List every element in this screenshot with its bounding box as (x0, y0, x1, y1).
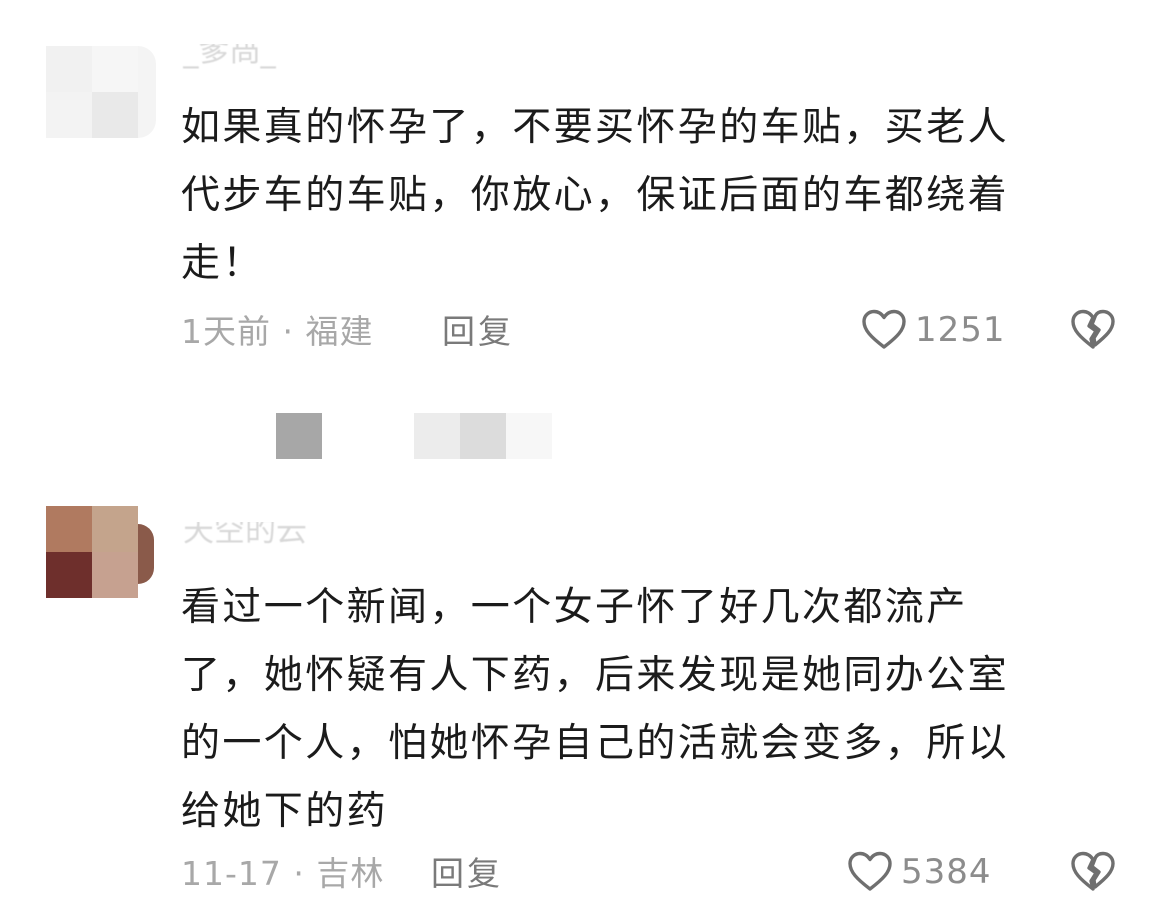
avatar-pixel (92, 506, 138, 552)
username-mask (183, 30, 303, 44)
comment-line: 看过一个新闻，一个女子怀了好几次都流产 (181, 585, 968, 630)
comment-line: 的一个人，怕她怀孕自己的活就会变多，所以 (181, 721, 1010, 766)
like-button[interactable]: 5384 (847, 846, 992, 898)
comment-line: 代步车的车贴，你放心，保证后面的车都绕着 (181, 173, 1010, 218)
username-mask (183, 508, 353, 522)
comment-meta-row: 11-17 · 吉林 回复 5384 (181, 846, 1141, 898)
comment-line: 了，她怀疑有人下药，后来发现是她同办公室 (181, 653, 1010, 698)
like-count: 1251 (915, 310, 1006, 350)
blurred-block (460, 413, 506, 459)
blurred-block (414, 413, 460, 459)
comment-body: 如果真的怀孕了，不要买怀孕的车贴，买老人 代步车的车贴，你放心，保证后面的车都绕… (181, 94, 1101, 298)
avatar-pixel (46, 552, 92, 598)
reply-button[interactable]: 回复 (442, 310, 514, 354)
avatar-pixel (46, 506, 92, 552)
comment-item: 天空的云 看过一个新闻，一个女子怀了好几次都流产 了，她怀疑有人下药，后来发现是… (0, 490, 1169, 916)
broken-heart-icon[interactable] (1070, 309, 1116, 351)
comment-line: 走！ (181, 241, 264, 286)
comment-body: 看过一个新闻，一个女子怀了好几次都流产 了，她怀疑有人下药，后来发现是她同办公室… (181, 574, 1101, 846)
avatar-pixel (138, 524, 154, 584)
time-location: 11-17 · 吉林 (181, 854, 385, 893)
blurred-block (276, 413, 322, 459)
avatar-pixel (92, 46, 138, 92)
avatar[interactable] (46, 506, 156, 598)
comment-meta-row: 1天前 · 福建 回复 1251 (181, 304, 1141, 356)
avatar-pixel (46, 92, 92, 138)
avatar-pixel (92, 552, 138, 598)
heart-outline-icon (862, 309, 906, 349)
comment-line: 如果真的怀孕了，不要买怀孕的车贴，买老人 (181, 105, 1010, 150)
reply-button[interactable]: 回复 (431, 852, 503, 896)
like-count: 5384 (901, 852, 992, 892)
blurred-separator (0, 413, 1169, 461)
like-button[interactable]: 1251 (861, 304, 1006, 356)
avatar-pixel (92, 92, 138, 138)
comment-line: 给她下的药 (181, 789, 389, 834)
avatar-pixel (46, 46, 92, 92)
avatar[interactable] (46, 46, 156, 138)
time-location: 1天前 · 福建 (181, 312, 374, 351)
broken-heart-icon[interactable] (1070, 851, 1116, 893)
heart-outline-icon (848, 851, 892, 891)
comment-item: _爹咼_ 如果真的怀孕了，不要买怀孕的车贴，买老人 代步车的车贴，你放心，保证后… (0, 0, 1169, 360)
blurred-block (506, 413, 552, 459)
avatar-pixel (138, 46, 156, 138)
